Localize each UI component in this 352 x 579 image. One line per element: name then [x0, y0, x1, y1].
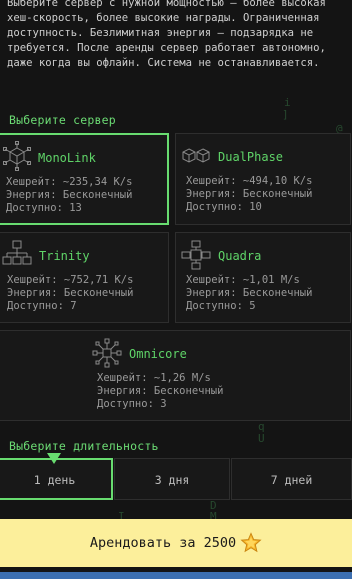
server-available: Доступно: 10	[186, 201, 262, 213]
duration-section-label: Выберите длительность	[9, 439, 159, 453]
double-cube-icon	[182, 148, 210, 163]
server-energy: Энергия: Бесконечный	[6, 189, 133, 201]
tri-node-icon	[2, 240, 32, 265]
cube-network-icon	[3, 141, 31, 171]
server-name: Quadra	[218, 249, 262, 263]
selected-duration-marker	[47, 453, 61, 464]
star-coin-icon	[240, 532, 262, 553]
server-hashrate: Хешрейт: ~1,26 M/s	[97, 372, 211, 384]
duration-options: 1 день 3 дня 7 дней	[0, 458, 352, 500]
server-energy: Энергия: Бесконечный	[186, 188, 313, 200]
server-stats: Хешрейт: ~494,10 K/s Энергия: Бесконечны…	[186, 175, 312, 214]
server-hashrate: Хешрейт: ~494,10 K/s	[186, 175, 313, 187]
server-stats: Хешрейт: ~752,71 K/s Энергия: Бесконечны…	[7, 274, 133, 313]
server-available: Доступно: 13	[6, 202, 82, 214]
server-stats: Хешрейт: ~1,26 M/s Энергия: Бесконечный …	[97, 372, 223, 411]
background-glyph: U	[258, 432, 265, 445]
duration-option-3-days[interactable]: 3 дня	[114, 458, 230, 500]
server-card-omnicore[interactable]: Omnicore Хешрейт: ~1,26 M/s Энергия: Бес…	[0, 330, 351, 421]
server-card-quadra[interactable]: Quadra Хешрейт: ~1,01 M/s Энергия: Беско…	[175, 232, 351, 323]
server-available: Доступно: 5	[186, 300, 256, 312]
server-card-dualphase[interactable]: DualPhase Хешрейт: ~494,10 K/s Энергия: …	[175, 133, 351, 225]
duration-option-1-day[interactable]: 1 день	[0, 458, 113, 500]
server-available: Доступно: 7	[7, 300, 77, 312]
server-stats: Хешрейт: ~1,01 M/s Энергия: Бесконечный …	[186, 274, 312, 313]
duration-option-7-days[interactable]: 7 дней	[231, 458, 352, 500]
server-name: DualPhase	[218, 150, 284, 164]
rent-button-label: Арендовать за 2500	[89, 535, 237, 551]
server-energy: Энергия: Бесконечный	[97, 385, 224, 397]
server-energy: Энергия: Бесконечный	[7, 287, 134, 299]
server-name: MonoLink	[38, 151, 96, 165]
omni-node-icon	[92, 338, 122, 368]
server-card-monolink[interactable]: MonoLink Хешрейт: ~235,34 K/s Энергия: Б…	[0, 133, 169, 225]
server-hashrate: Хешрейт: ~235,34 K/s	[6, 176, 133, 188]
bottom-nav-strip	[0, 572, 352, 579]
background-glyph: ]	[282, 108, 289, 121]
server-stats: Хешрейт: ~235,34 K/s Энергия: Бесконечны…	[6, 176, 132, 215]
server-card-trinity[interactable]: Trinity Хешрейт: ~752,71 K/s Энергия: Бе…	[0, 232, 169, 323]
intro-description: Выберите сервер с нужной мощностью — бол…	[7, 0, 326, 69]
server-hashrate: Хешрейт: ~1,01 M/s	[186, 274, 300, 286]
rent-button[interactable]: Арендовать за 2500	[0, 519, 352, 567]
server-rental-screen: i ] @ q U D M I Выберите сервер с нужной…	[0, 0, 352, 579]
server-name: Omnicore	[129, 347, 187, 361]
server-name: Trinity	[39, 249, 90, 263]
server-section-label: Выберите сервер	[9, 113, 116, 127]
quad-node-icon	[181, 240, 211, 270]
server-available: Доступно: 3	[97, 398, 167, 410]
server-energy: Энергия: Бесконечный	[186, 287, 313, 299]
server-hashrate: Хешрейт: ~752,71 K/s	[7, 274, 134, 286]
